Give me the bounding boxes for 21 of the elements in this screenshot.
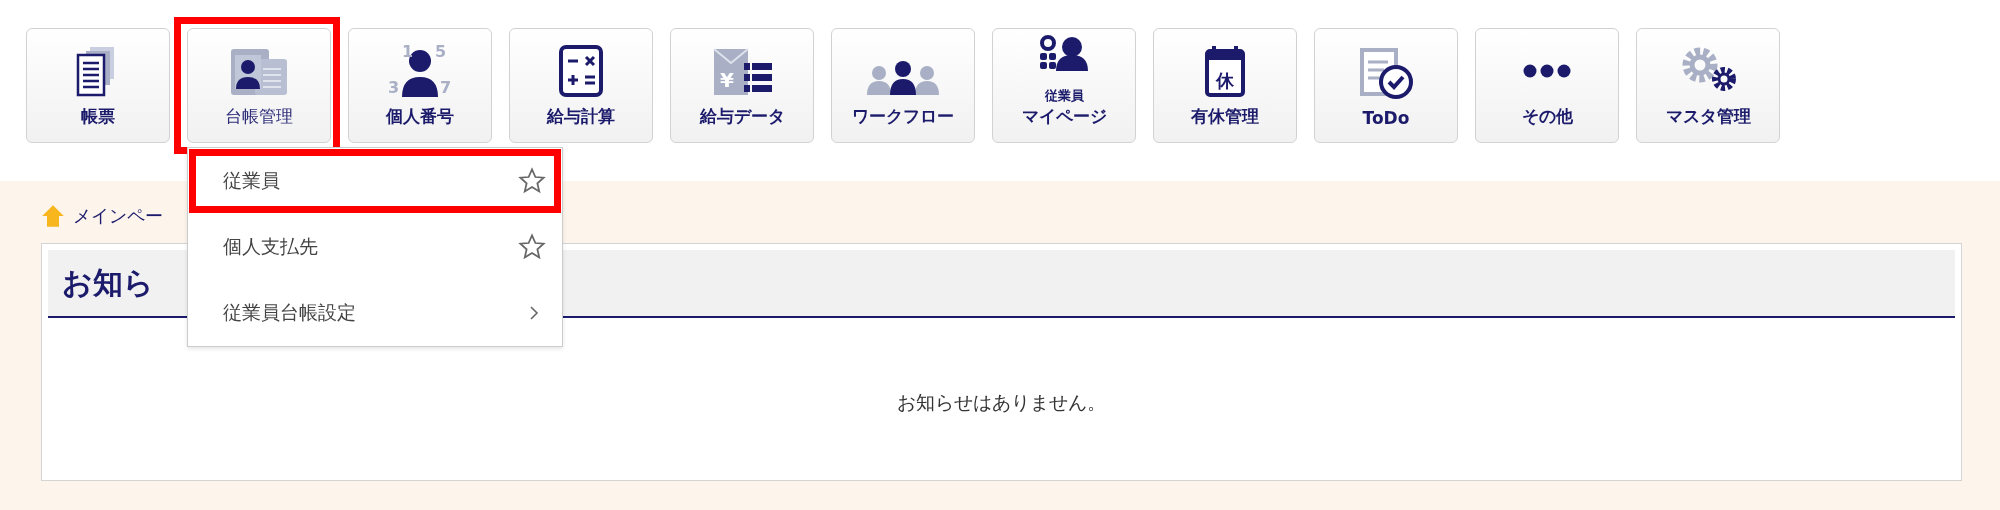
toolbar-button[interactable]: ワークフロー [831,28,975,143]
toolbar-button[interactable]: ¥ 給与データ [670,28,814,143]
star-icon[interactable] [518,233,546,261]
breadcrumb-link[interactable]: メインペー [73,204,163,228]
home-icon [41,204,65,228]
toolbar-icon [1523,63,1571,79]
button-caption: 従業員 [1044,87,1084,105]
empty-message: お知らせはありません。 [897,390,1106,415]
toolbar-button[interactable]: 休 有休管理 [1153,28,1297,143]
toolbar-button[interactable]: 帳票 [26,28,170,143]
toolbar-button[interactable]: その他 [1475,28,1619,143]
star-icon[interactable] [518,167,546,195]
menu-item[interactable]: 個人支払先 [188,214,562,280]
menu-item[interactable]: 従業員 [188,148,562,214]
panel-title: お知ら [62,263,154,302]
toolbar-button[interactable]: 従業員 マイページ [992,28,1136,143]
toolbar-button[interactable]: マスタ管理 [1636,28,1780,143]
toolbar-button[interactable]: ToDo [1314,28,1458,143]
menu-item[interactable]: 従業員台帳設定 [188,280,562,346]
toolbar-button[interactable]: 給与計算 [509,28,653,143]
toolbar-button[interactable]: 1 5 3 7 個人番号 [348,28,492,143]
